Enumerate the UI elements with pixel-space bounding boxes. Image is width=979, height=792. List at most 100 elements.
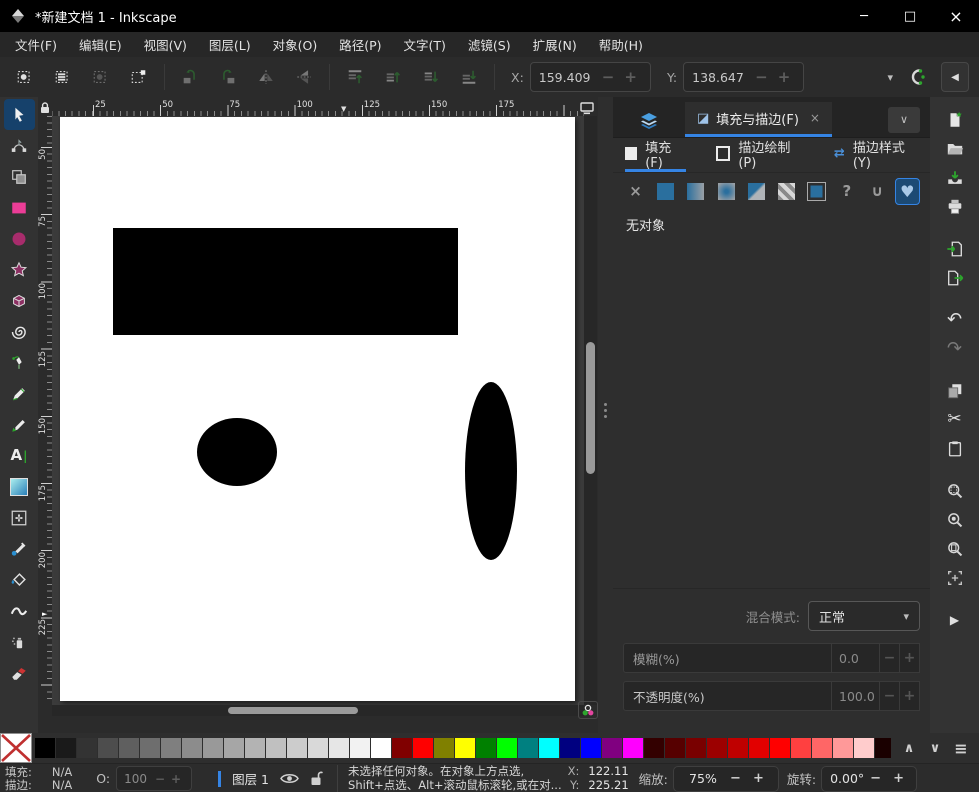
panel-splitter[interactable]	[598, 97, 613, 733]
pencil-tool[interactable]	[4, 378, 35, 409]
stroke-indicator-value[interactable]: N/A	[52, 779, 72, 792]
y-coordinate-input[interactable]: 138.647 − +	[683, 62, 804, 92]
document-new-button[interactable]	[940, 105, 970, 134]
paint-bucket-tool[interactable]	[4, 564, 35, 595]
star-tool[interactable]	[4, 254, 35, 285]
paste-button[interactable]	[940, 434, 970, 463]
selector-tool[interactable]	[4, 99, 35, 130]
opacity-value[interactable]: 100.0	[832, 681, 880, 711]
redo-button[interactable]: ↷	[940, 334, 970, 363]
fill-type-mesh-gradient-button[interactable]	[744, 178, 769, 205]
vertical-scrollbar[interactable]	[584, 116, 597, 705]
x-increment-button[interactable]: +	[619, 68, 642, 86]
zoom-in-button[interactable]: +	[747, 771, 770, 786]
fill-type-no-paint-button[interactable]: ×	[623, 178, 648, 205]
palette-swatch[interactable]	[875, 738, 891, 758]
rect-shape[interactable]	[113, 228, 458, 335]
palette-swatch[interactable]	[665, 738, 685, 758]
rotation-input[interactable]: 0.00° − +	[821, 766, 917, 792]
document-page[interactable]	[60, 117, 575, 701]
x-coordinate-input[interactable]: 159.409 − +	[530, 62, 651, 92]
opacity-increment-button[interactable]: +	[900, 681, 920, 711]
palette-swatch[interactable]	[455, 738, 475, 758]
vertical-scrollbar-thumb[interactable]	[586, 342, 595, 474]
box-3d-tool[interactable]	[4, 285, 35, 316]
menu-item-object[interactable]: 对象(O)	[262, 35, 329, 54]
zoom-selection-button[interactable]	[940, 476, 970, 505]
palette-swatch[interactable]	[707, 738, 727, 758]
palette-swatch[interactable]	[350, 738, 370, 758]
folder-open-button[interactable]	[940, 134, 970, 163]
ellipse-shape[interactable]	[197, 418, 277, 486]
import-button[interactable]	[940, 234, 970, 263]
palette-swatch[interactable]	[329, 738, 349, 758]
x-decrement-button[interactable]: −	[597, 68, 620, 86]
selection-box-button[interactable]	[128, 66, 150, 88]
blur-slider[interactable]: 模糊(%)	[623, 643, 832, 673]
tab-stroke-paint[interactable]: 描边绘制(P)	[716, 138, 804, 172]
display-mode-icon[interactable]	[578, 100, 596, 116]
opacity-slider[interactable]: 不透明度(%)	[623, 681, 832, 711]
calligraphy-tool[interactable]	[4, 409, 35, 440]
no-color-swatch[interactable]	[0, 733, 32, 763]
text-tool[interactable]: A|	[4, 440, 35, 471]
collapse-toolbar-button[interactable]: ◀	[941, 62, 969, 92]
palette-swatch[interactable]	[812, 738, 832, 758]
select-all-button[interactable]	[14, 66, 36, 88]
toolbar-options-dropdown[interactable]: ▾	[887, 71, 893, 84]
menu-item-help[interactable]: 帮助(H)	[588, 35, 654, 54]
y-increment-button[interactable]: +	[773, 68, 796, 86]
expand-button[interactable]: ▶	[940, 605, 970, 634]
palette-swatch[interactable]	[518, 738, 538, 758]
zoom-out-button[interactable]: −	[724, 771, 747, 786]
fill-type-linear-gradient-button[interactable]	[683, 178, 708, 205]
print-button[interactable]	[940, 192, 970, 221]
palette-scroll-up-icon[interactable]: ∧	[899, 741, 919, 756]
raise-to-top-button[interactable]	[344, 66, 366, 88]
palette-swatch[interactable]	[770, 738, 790, 758]
layer-lock-icon[interactable]	[310, 771, 323, 786]
lower-to-bottom-button[interactable]	[458, 66, 480, 88]
palette-swatch[interactable]	[833, 738, 853, 758]
palette-swatch[interactable]	[56, 738, 76, 758]
palette-menu-icon[interactable]: ≡	[951, 739, 971, 758]
current-layer-label[interactable]: 图层 1	[232, 769, 269, 788]
menu-item-path[interactable]: 路径(P)	[328, 35, 392, 54]
vertical-ruler[interactable]: 5075100125150175200225►	[38, 116, 52, 705]
palette-swatch[interactable]	[119, 738, 139, 758]
blur-increment-button[interactable]: +	[900, 643, 920, 673]
fill-type-unknown-paint-button[interactable]: ?	[834, 178, 859, 205]
palette-swatch[interactable]	[728, 738, 748, 758]
pen-tool[interactable]	[4, 347, 35, 378]
palette-swatch[interactable]	[749, 738, 769, 758]
fill-type-flat-color-button[interactable]	[653, 178, 678, 205]
opacity-indicator-input[interactable]: 100 − +	[116, 766, 192, 791]
spray-tool[interactable]	[4, 626, 35, 657]
node-editor-tool[interactable]	[4, 130, 35, 161]
menu-item-layer[interactable]: 图层(L)	[198, 35, 262, 54]
minimize-button[interactable]: ─	[841, 0, 887, 32]
rotate-ccw-button[interactable]	[179, 66, 201, 88]
palette-swatch[interactable]	[623, 738, 643, 758]
close-button[interactable]: ×	[933, 0, 979, 32]
ruler-lock-icon[interactable]	[38, 100, 52, 116]
raise-button[interactable]	[382, 66, 404, 88]
tab-stroke-style[interactable]: ⇄ 描边样式(Y)	[834, 138, 918, 172]
menu-item-text[interactable]: 文字(T)	[393, 35, 457, 54]
palette-swatch[interactable]	[245, 738, 265, 758]
palette-swatch[interactable]	[224, 738, 244, 758]
palette-swatch[interactable]	[203, 738, 223, 758]
palette-swatch[interactable]	[434, 738, 454, 758]
ellipse-tool[interactable]	[4, 223, 35, 254]
tab-fill[interactable]: 填充(F)	[625, 138, 686, 172]
save-button[interactable]	[940, 163, 970, 192]
palette-swatch[interactable]	[35, 738, 55, 758]
palette-swatch[interactable]	[371, 738, 391, 758]
spiral-tool[interactable]	[4, 316, 35, 347]
palette-swatch[interactable]	[539, 738, 559, 758]
palette-swatch[interactable]	[476, 738, 496, 758]
blend-mode-dropdown[interactable]: 正常 ▾	[808, 601, 920, 631]
blur-value[interactable]: 0.0	[832, 643, 880, 673]
palette-swatch[interactable]	[644, 738, 664, 758]
zoom-input[interactable]: 75% − +	[673, 766, 779, 792]
